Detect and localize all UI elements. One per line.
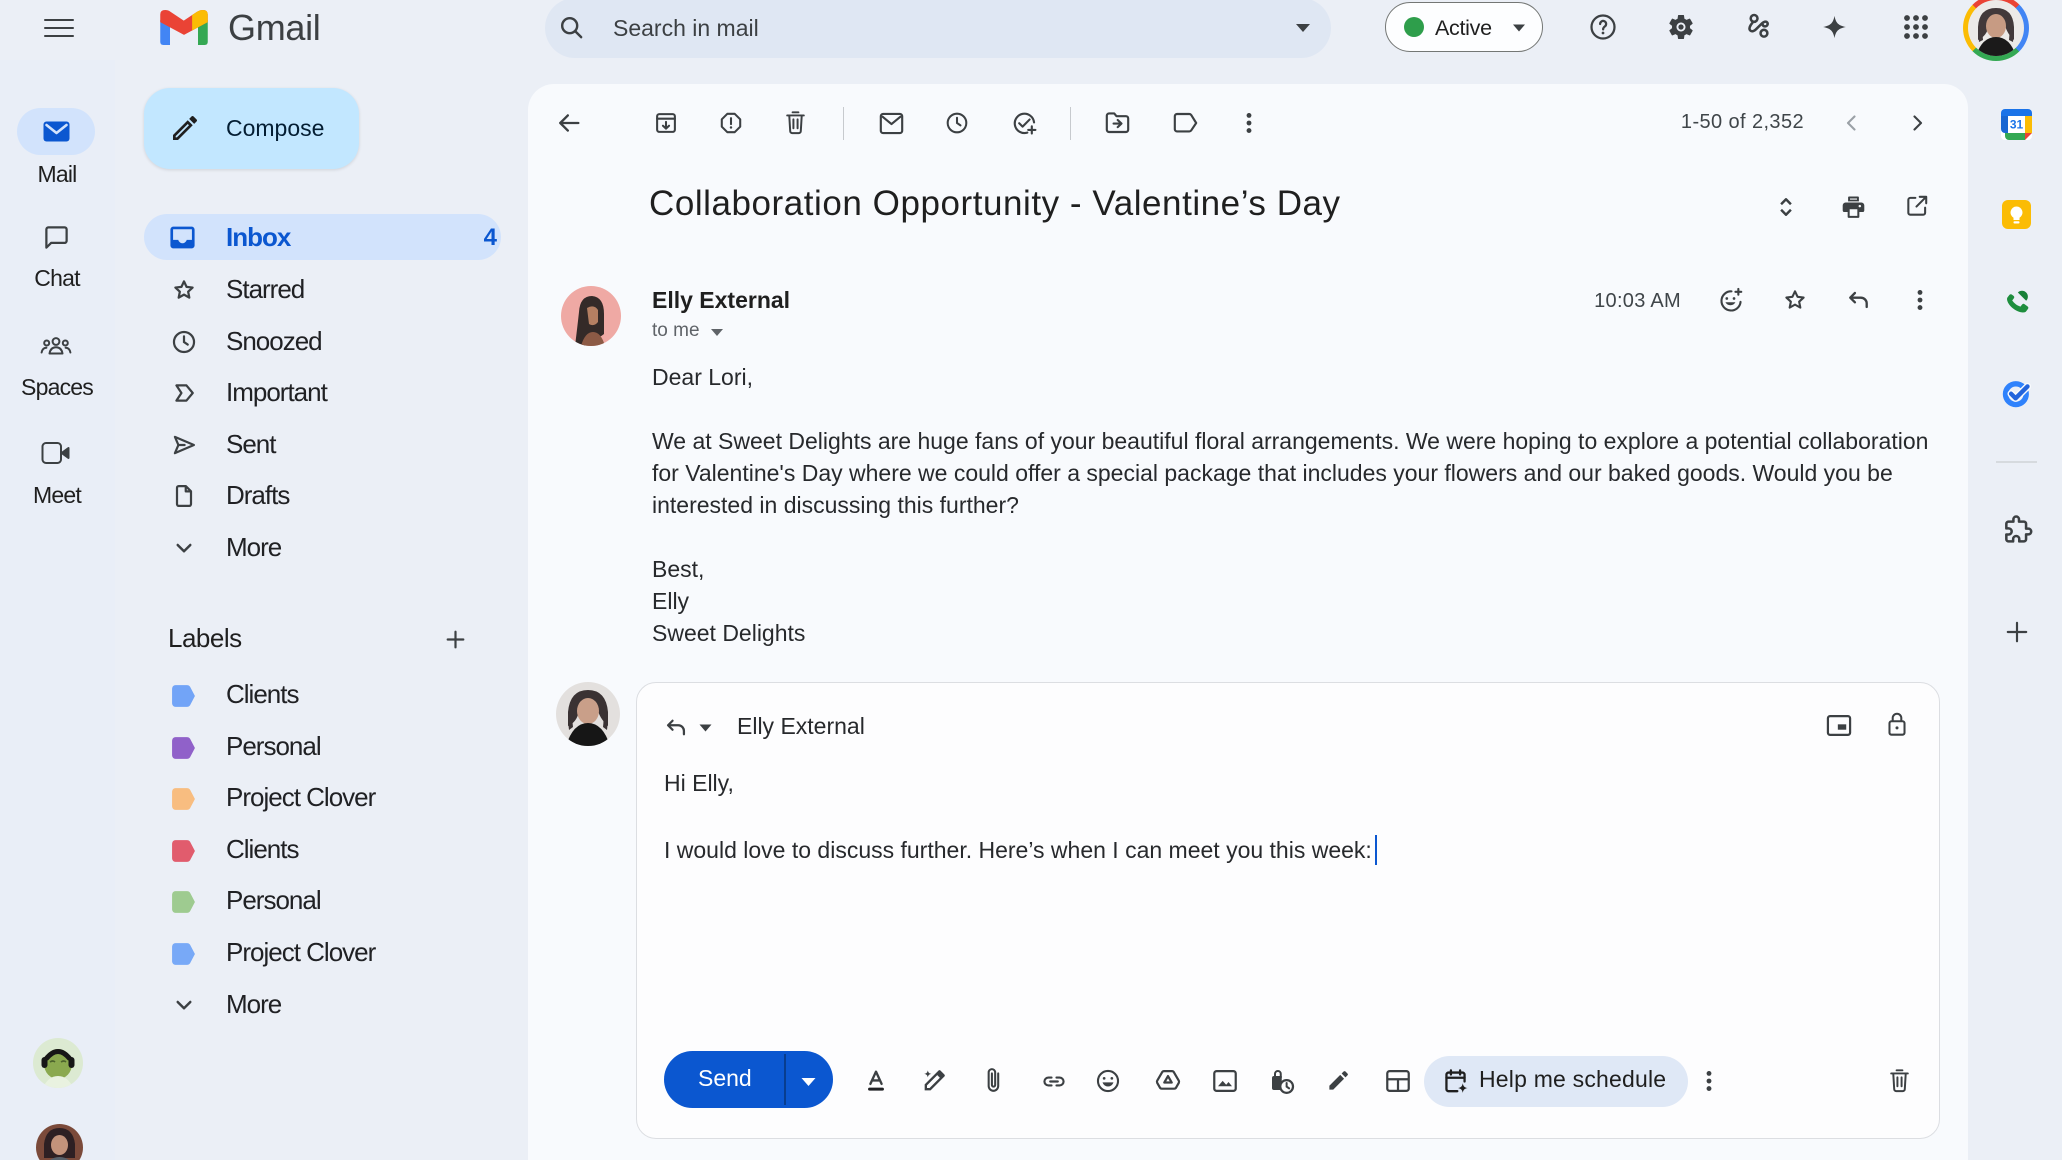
svg-text:31: 31 (2010, 118, 2024, 132)
